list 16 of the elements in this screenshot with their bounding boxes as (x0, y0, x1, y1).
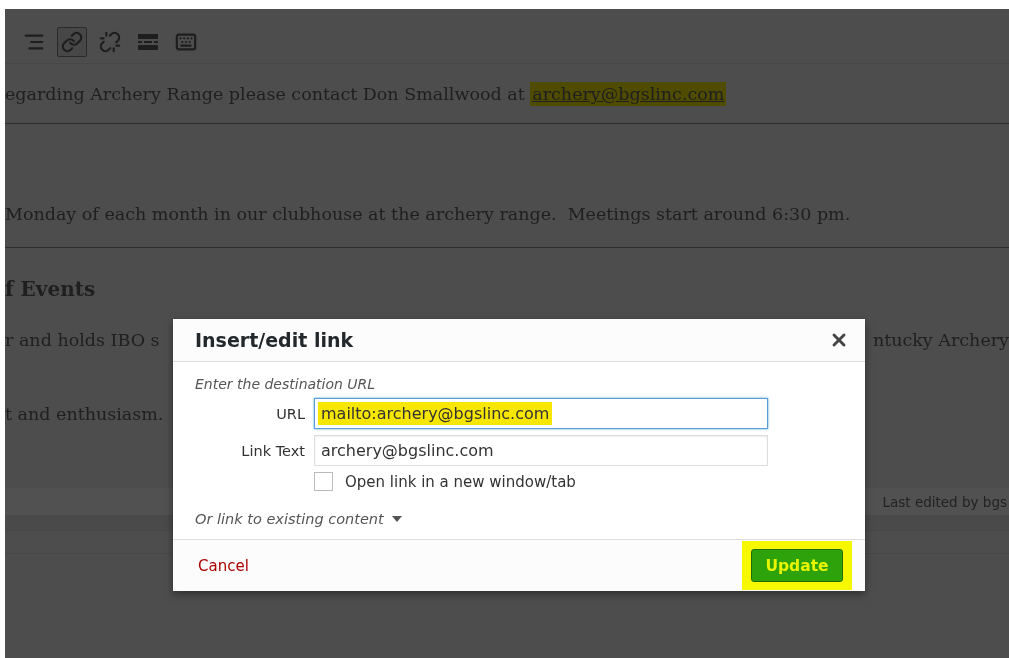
checkbox[interactable] (314, 472, 333, 491)
unlink-icon (99, 31, 121, 53)
keyboard-icon (175, 31, 197, 53)
link-icon (61, 31, 83, 53)
dialog-hint: Enter the destination URL (195, 376, 377, 392)
checkbox-label: Open link in a new window/tab (345, 472, 576, 491)
dialog-title: Insert/edit link (195, 329, 354, 351)
cancel-link[interactable]: Cancel (198, 556, 249, 575)
field-label: Link Text (240, 442, 306, 459)
link-text-field[interactable]: archery@bgslinc.com (314, 435, 768, 466)
align-right-icon (23, 31, 45, 53)
link-button[interactable] (57, 27, 87, 57)
existing-content-toggle[interactable]: Or link to existing content (195, 511, 402, 527)
field-label: URL (275, 405, 306, 422)
url-field[interactable]: mailto:archery@bgslinc.com (314, 398, 768, 429)
read-more-icon (137, 33, 159, 51)
